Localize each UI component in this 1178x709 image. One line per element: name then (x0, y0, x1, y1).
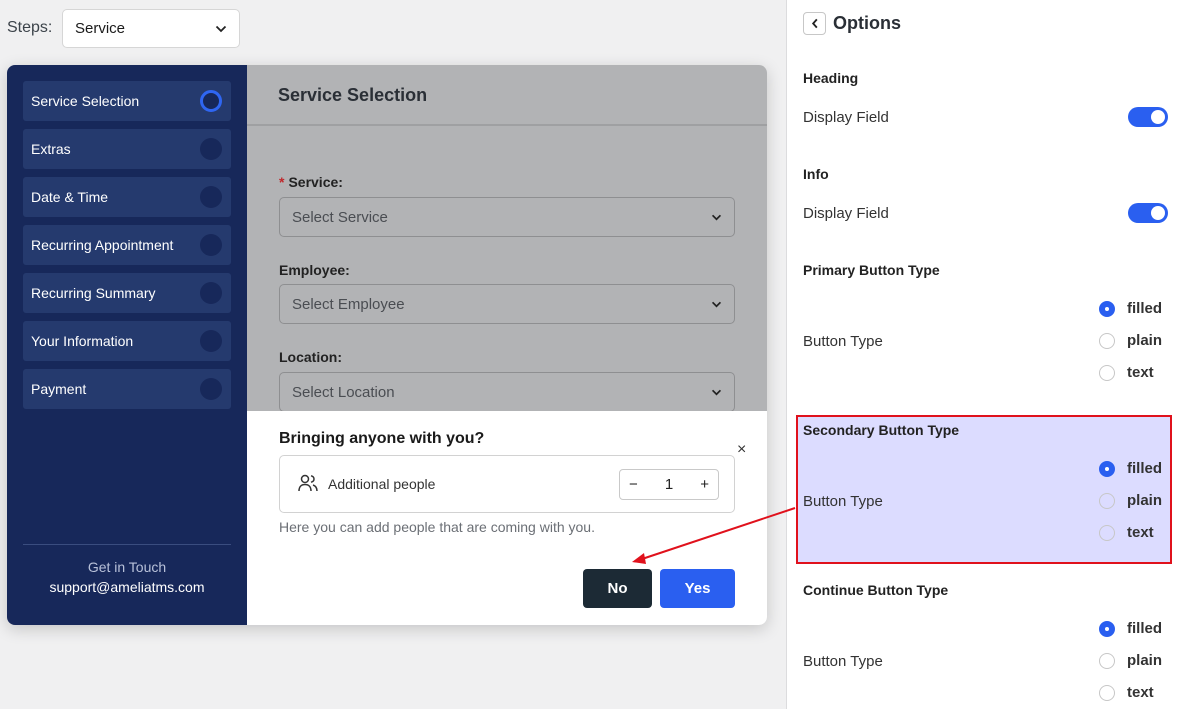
step-status-icon (200, 90, 222, 112)
continue-radio-filled[interactable]: filled (1099, 620, 1162, 637)
sidebar-item-recurring-summary[interactable]: Recurring Summary (23, 273, 231, 313)
step-status-icon (200, 330, 222, 352)
page-title: Service Selection (247, 65, 767, 126)
sidebar-divider (23, 544, 231, 545)
employee-label: Employee: (279, 262, 350, 278)
sidebar-item-label: Service Selection (31, 93, 140, 109)
radio-icon (1099, 332, 1115, 349)
sidebar-item-label: Extras (31, 141, 71, 157)
secondary-radio-text[interactable]: text (1099, 524, 1154, 541)
location-select-placeholder: Select Location (292, 383, 395, 401)
radio-icon (1099, 652, 1115, 669)
steps-select[interactable]: Service (62, 9, 240, 48)
radio-icon (1099, 524, 1115, 541)
info-display-toggle[interactable] (1128, 203, 1168, 223)
secondary-button-type-label: Button Type (803, 493, 883, 510)
popup-hint: Here you can add people that are coming … (279, 519, 595, 535)
sidebar-item-recurring-appointment[interactable]: Recurring Appointment (23, 225, 231, 265)
sidebar-item-extras[interactable]: Extras (23, 129, 231, 169)
step-status-icon (200, 138, 222, 160)
primary-radio-text[interactable]: text (1099, 364, 1154, 381)
heading-section-title: Heading (803, 70, 859, 86)
sidebar-item-label: Recurring Appointment (31, 237, 174, 253)
sidebar-item-service-selection[interactable]: Service Selection (23, 81, 231, 121)
popup-title: Bringing anyone with you? (279, 430, 485, 447)
plus-button[interactable]: + (700, 476, 709, 493)
chevron-down-icon (711, 301, 722, 307)
yes-button[interactable]: Yes (660, 569, 735, 608)
booking-form-preview: Service Selection Extras Date & Time Rec… (7, 65, 767, 625)
primary-radio-plain[interactable]: plain (1099, 332, 1162, 349)
quantity-value[interactable]: 1 (665, 476, 673, 493)
primary-button-type-label: Button Type (803, 333, 883, 350)
radio-checked-icon (1099, 460, 1115, 477)
info-section-title: Info (803, 166, 829, 182)
step-status-icon (200, 282, 222, 304)
continue-button-section-title: Continue Button Type (803, 582, 949, 598)
service-select-placeholder: Select Service (292, 208, 388, 226)
chevron-down-icon (711, 214, 722, 220)
required-marker: * (279, 174, 285, 190)
radio-icon (1099, 492, 1115, 509)
service-select[interactable]: Select Service (279, 197, 735, 237)
radio-checked-icon (1099, 300, 1115, 317)
contact-email-link[interactable]: support@ameliatms.com (7, 579, 247, 595)
secondary-radio-filled[interactable]: filled (1099, 460, 1162, 477)
heading-display-toggle[interactable] (1128, 107, 1168, 127)
step-status-icon (200, 186, 222, 208)
radio-checked-icon (1099, 620, 1115, 637)
additional-people-field: Additional people − 1 + (279, 455, 735, 513)
steps-select-value: Service (75, 20, 126, 37)
contact-title: Get in Touch (87, 559, 167, 575)
step-status-icon (200, 234, 222, 256)
sidebar-item-label: Payment (31, 381, 87, 397)
employee-select[interactable]: Select Employee (279, 284, 735, 324)
additional-people-label: Additional people (328, 476, 436, 492)
chevron-left-icon (811, 18, 818, 29)
employee-select-placeholder: Select Employee (292, 295, 405, 313)
sidebar-item-your-information[interactable]: Your Information (23, 321, 231, 361)
primary-radio-filled[interactable]: filled (1099, 300, 1162, 317)
heading-display-field-label: Display Field (803, 109, 889, 126)
sidebar-item-label: Date & Time (31, 189, 109, 205)
additional-people-popup: Bringing anyone with you? × Additional p… (247, 411, 767, 625)
sidebar-item-payment[interactable]: Payment (23, 369, 231, 409)
sidebar-item-date-time[interactable]: Date & Time (23, 177, 231, 217)
primary-button-section-title: Primary Button Type (803, 262, 940, 278)
chevron-down-icon (215, 25, 227, 32)
quantity-stepper: − 1 + (619, 469, 719, 500)
no-button[interactable]: No (583, 569, 652, 608)
back-button[interactable] (803, 12, 826, 35)
radio-icon (1099, 684, 1115, 701)
continue-radio-plain[interactable]: plain (1099, 652, 1162, 669)
close-icon[interactable]: × (737, 442, 746, 458)
steps-sidebar: Service Selection Extras Date & Time Rec… (7, 65, 247, 625)
steps-label: Steps: (7, 19, 53, 36)
people-icon (298, 474, 318, 492)
options-panel: Options Heading Display Field Info Displ… (786, 0, 1178, 709)
continue-button-type-label: Button Type (803, 653, 883, 670)
location-select[interactable]: Select Location (279, 372, 735, 412)
sidebar-item-label: Your Information (31, 333, 134, 349)
sidebar-item-label: Recurring Summary (31, 285, 156, 301)
info-display-field-label: Display Field (803, 205, 889, 222)
secondary-radio-plain[interactable]: plain (1099, 492, 1162, 509)
continue-radio-text[interactable]: text (1099, 684, 1154, 701)
chevron-down-icon (711, 389, 722, 395)
radio-icon (1099, 364, 1115, 381)
location-label: Location: (279, 349, 342, 365)
panel-title: Options (833, 13, 901, 33)
minus-button[interactable]: − (629, 476, 638, 493)
step-status-icon (200, 378, 222, 400)
service-label: * Service: (279, 174, 343, 190)
secondary-button-section-title: Secondary Button Type (803, 422, 960, 438)
